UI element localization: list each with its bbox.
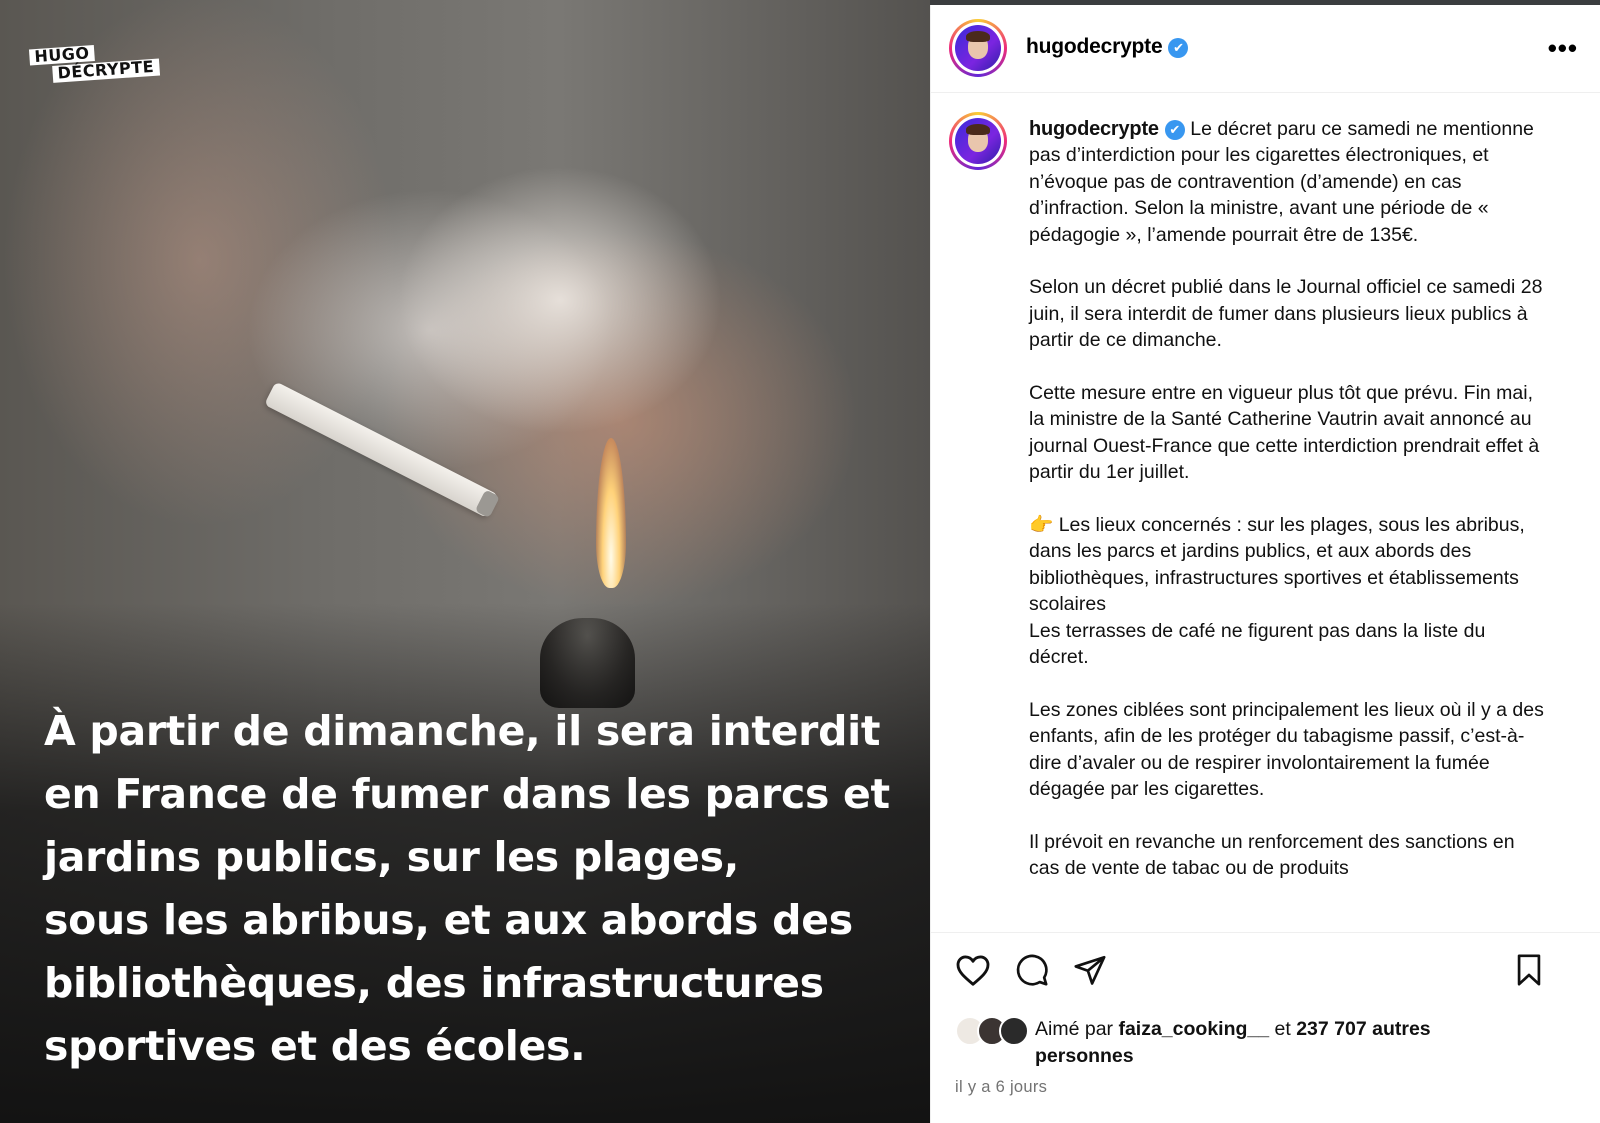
liker-username[interactable]: faiza_cooking__ — [1118, 1018, 1269, 1040]
like-heart-icon[interactable] — [955, 953, 991, 987]
image-headline-line: en France de fumer dans les parcs et — [44, 770, 890, 818]
share-send-icon[interactable] — [1073, 953, 1107, 987]
caption-paragraph: hugodecrypte ✔ Le décret paru ce samedi n… — [1029, 116, 1549, 248]
lighter-flame-illustration — [596, 438, 626, 588]
avatar[interactable] — [949, 19, 1007, 77]
caption-paragraph: Il prévoit en revanche un renforcement d… — [1029, 830, 1515, 880]
image-headline-line: sous les abribus, et aux abords des — [44, 896, 853, 944]
liker-avatars[interactable] — [955, 1016, 1039, 1046]
post-header: hugodecrypte ✔ ••• — [931, 5, 1600, 93]
verified-badge-icon: ✔ — [1168, 38, 1189, 58]
caption-scroll-area[interactable]: hugodecrypte ✔ Le décret paru ce samedi n… — [931, 94, 1600, 932]
post-side-panel: hugodecrypte ✔ ••• hugodecrypte ✔ Le décre… — [930, 5, 1600, 1123]
caption-paragraph: Les zones ciblées sont principalement le… — [1029, 698, 1544, 801]
caption-paragraph: Cette mesure entre en vigueur plus tôt q… — [1029, 382, 1540, 484]
caption-paragraph: 👉 Les lieux concernés : sur les plages, … — [1029, 512, 1549, 670]
hugodecrypte-logo: HUGO DÉCRYPTE — [28, 41, 160, 85]
avatar-image — [955, 25, 1001, 71]
image-headline-line: bibliothèques, des infrastructures — [44, 959, 824, 1007]
caption-text: 👉 Les lieux concernés : sur les plages, … — [1029, 514, 1525, 616]
likes-and: et — [1274, 1018, 1291, 1040]
likes-summary: Aimé par faiza_cooking__ et 237 707 autr… — [955, 1016, 1515, 1070]
caption-text: Les terrasses de café ne figurent pas da… — [1029, 619, 1486, 669]
header-username-text[interactable]: hugodecrypte — [1026, 35, 1163, 58]
verified-badge-icon: ✔ — [1164, 120, 1185, 140]
image-headline-line: sportives et des écoles. — [44, 1022, 586, 1070]
comment-bubble-icon[interactable] — [1015, 953, 1049, 987]
image-headline-line: À partir de dimanche, il sera interdit — [44, 707, 881, 755]
caption-avatar[interactable] — [949, 112, 1007, 170]
image-headline-line: jardins publics, sur les plages, — [44, 833, 739, 881]
post-image[interactable]: HUGO DÉCRYPTE À partir de dimanche, il s… — [0, 0, 930, 1123]
more-options-icon[interactable]: ••• — [1548, 33, 1578, 64]
cigarette-illustration — [264, 381, 499, 519]
post-timestamp[interactable]: il y a 6 jours — [955, 1078, 1047, 1097]
header-username[interactable]: hugodecrypte ✔ — [1026, 35, 1189, 59]
logo-line-2: DÉCRYPTE — [52, 57, 160, 83]
liked-by-prefix: Aimé par — [1035, 1018, 1114, 1040]
caption-paragraph: Selon un décret publié dans le Journal o… — [1029, 276, 1543, 352]
likes-text: Aimé par faiza_cooking__ et 237 707 autr… — [1035, 1016, 1515, 1070]
post-actions: Aimé par faiza_cooking__ et 237 707 autr… — [931, 932, 1600, 1123]
post-caption: hugodecrypte ✔ Le décret paru ce samedi n… — [1029, 116, 1549, 908]
image-headline: À partir de dimanche, il sera interdit e… — [44, 700, 904, 1078]
caption-username[interactable]: hugodecrypte — [1029, 118, 1159, 140]
save-bookmark-icon[interactable] — [1513, 953, 1545, 987]
liker-avatar[interactable] — [999, 1016, 1029, 1046]
avatar-image — [955, 118, 1001, 164]
